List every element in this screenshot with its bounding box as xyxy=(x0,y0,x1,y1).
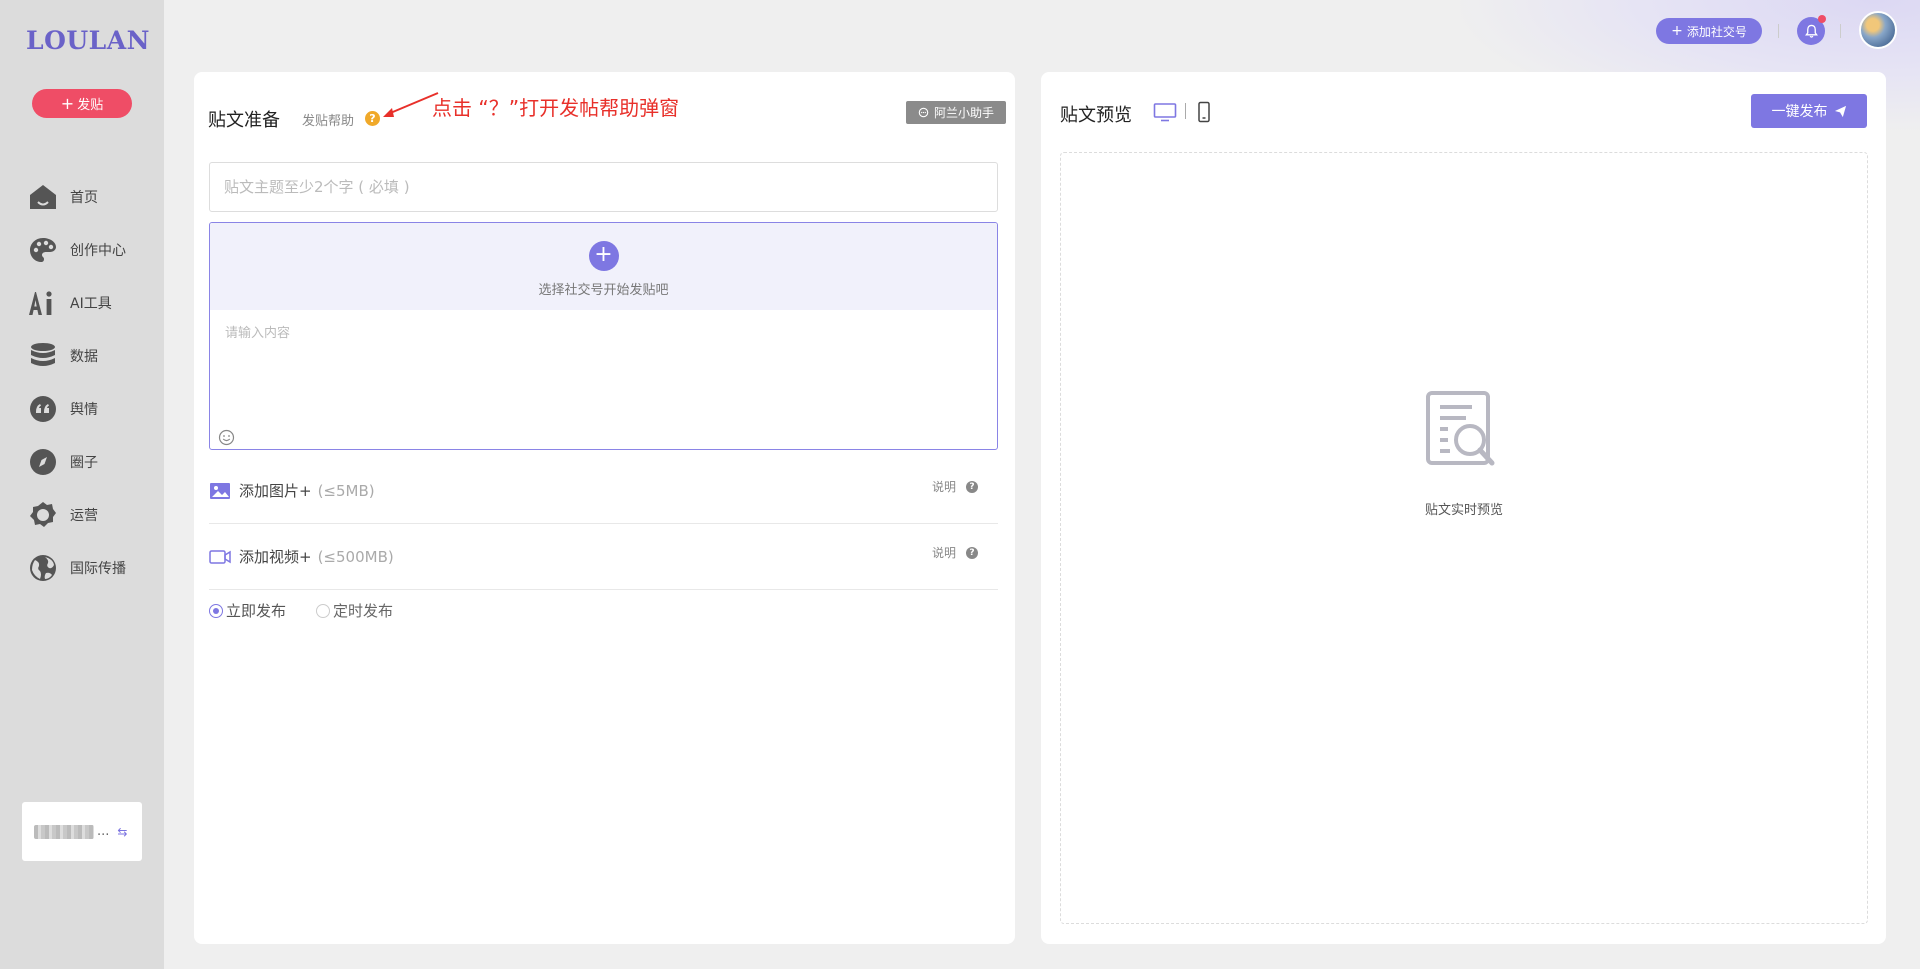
help-question-icon[interactable]: ? xyxy=(365,111,380,126)
desktop-view-icon[interactable] xyxy=(1153,102,1177,122)
new-post-button[interactable]: + 发贴 xyxy=(32,89,132,118)
explain-label: 说明 xyxy=(931,480,956,494)
quote-icon xyxy=(30,395,56,422)
radio-label: 定时发布 xyxy=(333,602,394,620)
sidebar-item-label: 运营 xyxy=(70,507,98,524)
mobile-view-icon[interactable] xyxy=(1197,101,1211,123)
switch-account-icon[interactable]: ⇆ xyxy=(117,825,127,839)
compass-icon xyxy=(30,448,56,475)
plus-icon: + xyxy=(60,93,75,113)
video-explain-link[interactable]: 说明 ? xyxy=(932,544,978,561)
panel-title: 贴文准备 xyxy=(208,110,280,131)
explain-label: 说明 xyxy=(931,546,956,560)
view-divider xyxy=(1185,103,1186,119)
header-divider xyxy=(1840,24,1841,38)
radio-publish-scheduled[interactable]: 定时发布 xyxy=(316,600,393,621)
image-size-limit: (≤5MB) xyxy=(317,481,375,500)
sidebar-item-label: AI工具 xyxy=(70,295,112,312)
video-size-limit: (≤500MB) xyxy=(317,547,394,566)
sidebar-item-operations[interactable]: 运营 xyxy=(28,488,148,541)
cog-icon xyxy=(30,501,56,527)
notification-badge xyxy=(1818,15,1826,23)
sidebar: LOULAN + 发贴 首页 创作中心 AI工具 数据 舆情 圈子 运营 国际传… xyxy=(0,0,164,969)
sidebar-item-creation[interactable]: 创作中心 xyxy=(28,223,148,276)
sidebar-item-data[interactable]: 数据 xyxy=(28,329,148,382)
add-video-button[interactable]: 添加视频+ xyxy=(239,546,312,567)
add-image-row: 添加图片+ (≤5MB) 说明 ? xyxy=(209,458,998,524)
image-explain-link[interactable]: 说明 ? xyxy=(932,478,978,495)
preview-placeholder-text: 贴文实时预览 xyxy=(1424,503,1503,518)
post-preview-panel: 贴文预览 一键发布 贴文实时预览 xyxy=(1041,72,1886,944)
sidebar-item-sentiment[interactable]: 舆情 xyxy=(28,382,148,435)
select-account-label: 选择社交号开始发贴吧 xyxy=(538,283,669,298)
sidebar-item-label: 圈子 xyxy=(70,454,98,471)
radio-dot xyxy=(209,603,223,618)
sidebar-item-label: 数据 xyxy=(70,348,98,365)
add-circle-icon[interactable]: + xyxy=(588,241,619,271)
radio-publish-now[interactable]: 立即发布 xyxy=(209,600,286,621)
database-icon xyxy=(31,342,55,366)
annotation-text: 点击 “？”打开发帖帮助弹窗 xyxy=(432,96,680,120)
sidebar-item-label: 首页 xyxy=(70,189,98,206)
select-account-area[interactable]: + 选择社交号开始发贴吧 xyxy=(210,223,997,310)
palette-icon xyxy=(30,237,56,262)
content-textarea[interactable] xyxy=(210,310,997,428)
post-preparation-panel: 贴文准备 发贴帮助 ? 点击 “？”打开发帖帮助弹窗 阿兰小助手 + 选择社交号… xyxy=(194,72,1015,944)
radio-dot xyxy=(316,603,331,618)
chat-icon xyxy=(918,107,929,118)
document-search-icon xyxy=(1426,391,1495,466)
plus-icon: + xyxy=(1671,23,1683,39)
home-icon xyxy=(30,184,56,209)
header-divider xyxy=(1778,24,1779,38)
post-topic-input[interactable] xyxy=(209,162,998,212)
publish-mode-group: 立即发布 定时发布 xyxy=(209,600,423,621)
send-icon xyxy=(1834,105,1846,117)
assistant-button-label: 阿兰小助手 xyxy=(933,106,994,120)
bell-icon xyxy=(1804,24,1818,38)
sidebar-item-home[interactable]: 首页 xyxy=(28,170,148,223)
emoji-icon[interactable] xyxy=(218,429,235,446)
assistant-button[interactable]: 阿兰小助手 xyxy=(906,101,1006,124)
content-editor: + 选择社交号开始发贴吧 xyxy=(209,222,998,450)
app-logo[interactable]: LOULAN xyxy=(26,26,150,55)
radio-label: 立即发布 xyxy=(226,602,287,620)
question-icon: ? xyxy=(966,480,978,493)
add-image-button[interactable]: 添加图片+ xyxy=(239,480,312,501)
sidebar-item-circle[interactable]: 圈子 xyxy=(28,435,148,488)
one-click-publish-button[interactable]: 一键发布 xyxy=(1751,94,1867,128)
sidebar-item-label: 创作中心 xyxy=(70,242,126,259)
sidebar-item-label: 舆情 xyxy=(70,401,98,418)
sidebar-nav: 首页 创作中心 AI工具 数据 舆情 圈子 运营 国际传播 xyxy=(28,170,148,594)
video-icon xyxy=(209,549,231,564)
sidebar-item-label: 国际传播 xyxy=(70,560,126,577)
globe-icon xyxy=(30,554,56,581)
image-icon xyxy=(210,482,230,499)
add-social-account-label: 添加社交号 xyxy=(1686,24,1747,39)
ai-icon xyxy=(29,290,52,315)
add-video-row: 添加视频+ (≤500MB) 说明 ? xyxy=(209,524,998,590)
add-social-account-button[interactable]: + 添加社交号 xyxy=(1656,18,1762,44)
new-post-label: 发贴 xyxy=(77,98,104,113)
user-avatar[interactable] xyxy=(1859,11,1897,49)
account-name-suffix: ... xyxy=(97,824,110,839)
publish-button-label: 一键发布 xyxy=(1771,104,1828,120)
sidebar-item-ai-tools[interactable]: AI工具 xyxy=(28,276,148,329)
sidebar-item-international[interactable]: 国际传播 xyxy=(28,541,148,594)
panel-title: 贴文预览 xyxy=(1060,105,1132,126)
question-icon: ? xyxy=(966,546,978,559)
account-name-blurred xyxy=(34,824,94,839)
post-help-label: 发贴帮助 xyxy=(302,114,355,129)
preview-area: 贴文实时预览 xyxy=(1060,152,1868,924)
current-account-card[interactable]: ... ⇆ xyxy=(22,802,142,861)
